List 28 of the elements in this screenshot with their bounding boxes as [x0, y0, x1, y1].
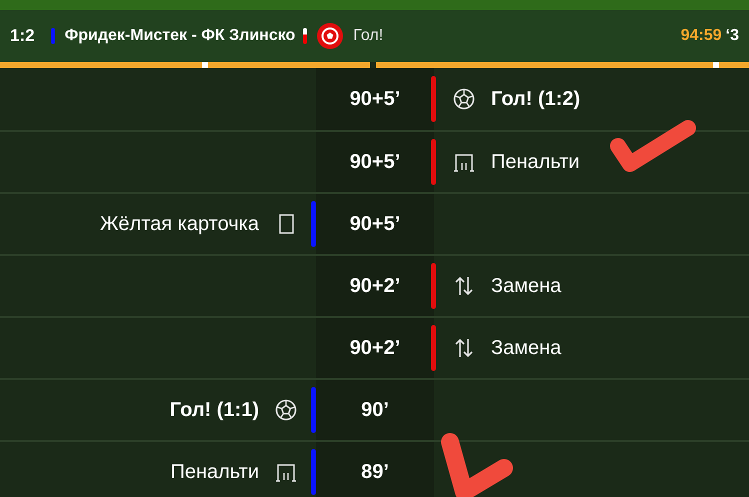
team-marker: [303, 28, 308, 44]
swap-arrows-icon: [453, 275, 475, 297]
ball-icon: [275, 399, 297, 421]
event-label: Гол!: [353, 26, 384, 46]
ball-icon: [317, 23, 344, 49]
match-title: Фридек-Мистек - ФК Злинско: [64, 26, 296, 46]
event-label: Гол! (1:1): [170, 398, 259, 423]
event-time: 90+2’: [350, 336, 400, 361]
event-time: 89’: [361, 460, 389, 485]
event-time: 90+5’: [350, 212, 400, 237]
event-time: 90+2’: [350, 274, 400, 299]
swap-arrows-icon: [453, 337, 475, 359]
event-label: Гол! (1:2): [491, 87, 580, 112]
event-label: Замена: [491, 274, 562, 299]
progress-tick: [202, 62, 208, 68]
event-time: 90+5’: [350, 150, 400, 175]
team-marker: [50, 28, 55, 44]
event-label: Пенальти: [491, 150, 580, 175]
ball-icon: [453, 88, 475, 110]
event-label: Замена: [491, 336, 562, 361]
event-label: Жёлтая карточка: [100, 212, 259, 237]
match-clock: 94:59: [680, 26, 722, 46]
event-label: Пенальти: [170, 460, 259, 485]
event-time: 90+5’: [350, 87, 400, 112]
event-time: 90’: [361, 398, 389, 423]
progress-tick: [713, 62, 719, 68]
added-time: ‘3: [726, 26, 739, 46]
score: 1:2: [10, 25, 35, 48]
